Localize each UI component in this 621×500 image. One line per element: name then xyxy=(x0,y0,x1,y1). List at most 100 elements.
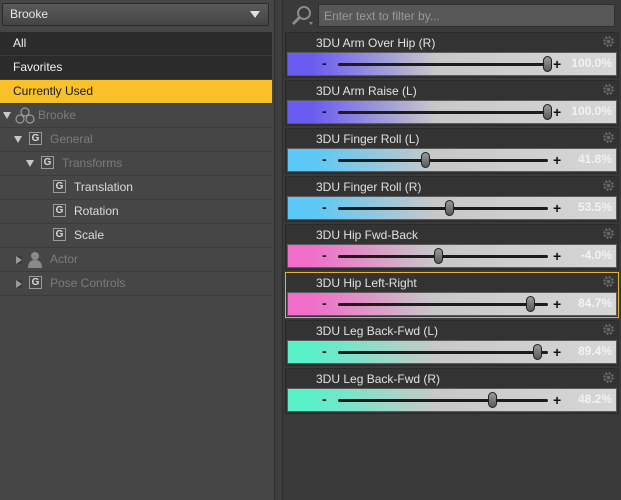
tree-item-scale[interactable]: G Scale xyxy=(0,224,272,248)
search-icon[interactable] xyxy=(289,5,315,27)
tree-item-label: All xyxy=(13,36,27,50)
tree-item-figure[interactable]: Brooke xyxy=(0,104,272,128)
gear-icon[interactable] xyxy=(602,83,615,96)
minus-icon[interactable]: - xyxy=(322,103,327,119)
group-icon: G xyxy=(53,204,66,217)
tree-item-label: Rotation xyxy=(74,204,119,218)
gear-icon[interactable] xyxy=(602,227,615,240)
slider-track[interactable] xyxy=(338,159,548,162)
slider-handle[interactable] xyxy=(433,248,443,264)
slider-track[interactable] xyxy=(338,399,548,402)
parameter-list: 3DU Arm Over Hip (R) - +100.0% 3DU Arm Rais… xyxy=(285,32,619,416)
parameter-value[interactable]: 100.0% xyxy=(571,56,612,70)
tree-item-translation[interactable]: G Translation xyxy=(0,176,272,200)
parameter-slider[interactable]: - +84.7% xyxy=(287,292,617,316)
expand-down-icon[interactable] xyxy=(3,112,11,119)
group-icon: G xyxy=(29,132,42,145)
tree-item-favorites[interactable]: Favorites xyxy=(0,56,272,80)
parameter-value[interactable]: 84.7% xyxy=(578,296,612,310)
slider-handle[interactable] xyxy=(526,296,536,312)
slider-track[interactable] xyxy=(338,207,548,210)
tree-item-transforms[interactable]: G Transforms xyxy=(0,152,272,176)
right-panel: 3DU Arm Over Hip (R)-+100.0%3DU Arm Rais… xyxy=(283,0,621,500)
parameter-slider[interactable]: - +89.4% xyxy=(287,340,617,364)
figure-select[interactable]: Brooke xyxy=(2,3,269,26)
parameter-row[interactable]: 3DU Arm Raise (L) - +100.0% xyxy=(285,80,619,126)
slider-track[interactable] xyxy=(338,63,548,66)
minus-icon[interactable]: - xyxy=(322,55,327,71)
slider-track[interactable] xyxy=(338,303,548,306)
tree-item-pose-controls[interactable]: G Pose Controls xyxy=(0,272,272,296)
parameter-slider[interactable]: - +100.0% xyxy=(287,52,617,76)
parameter-value[interactable]: -4.0% xyxy=(581,248,612,262)
parameter-value[interactable]: 53.5% xyxy=(578,200,612,214)
plus-icon[interactable]: + xyxy=(553,248,561,264)
tree-item-label: Translation xyxy=(74,180,133,194)
minus-icon[interactable]: - xyxy=(322,343,327,359)
parameter-value[interactable]: 89.4% xyxy=(578,344,612,358)
parameter-row[interactable]: 3DU Finger Roll (L) - +41.8% xyxy=(285,128,619,174)
slider-handle[interactable] xyxy=(420,152,430,168)
parameter-slider[interactable]: - +48.2% xyxy=(287,388,617,412)
plus-icon[interactable]: + xyxy=(553,104,561,120)
slider-track[interactable] xyxy=(338,255,548,258)
chevron-down-icon[interactable] xyxy=(250,11,260,18)
tree-item-label: Brooke xyxy=(38,108,77,122)
parameter-slider[interactable]: - + -4.0% xyxy=(287,244,617,268)
plus-icon[interactable]: + xyxy=(553,200,561,216)
slider-handle[interactable] xyxy=(445,200,455,216)
tree-item-rotation[interactable]: G Rotation xyxy=(0,200,272,224)
gear-icon[interactable] xyxy=(602,35,615,48)
parameter-row[interactable]: 3DU Leg Back-Fwd (L) - +89.4% xyxy=(285,320,619,366)
plus-icon[interactable]: + xyxy=(553,344,561,360)
expand-right-icon[interactable] xyxy=(16,280,22,288)
parameter-row[interactable]: 3DU Arm Over Hip (R) - +100.0% xyxy=(285,32,619,78)
slider-track[interactable] xyxy=(338,111,548,114)
tree-item-general[interactable]: G General xyxy=(0,128,272,152)
minus-icon[interactable]: - xyxy=(322,151,327,167)
parameter-row[interactable]: 3DU Leg Back-Fwd (R) - +48.2% xyxy=(285,368,619,414)
gear-icon[interactable] xyxy=(602,275,615,288)
gear-icon[interactable] xyxy=(602,371,615,384)
gear-icon[interactable] xyxy=(602,179,615,192)
tree-item-label: Pose Controls xyxy=(50,276,126,290)
property-tree: All Favorites Currently Used Brooke G Ge… xyxy=(0,32,272,296)
minus-icon[interactable]: - xyxy=(322,295,327,311)
expand-right-icon[interactable] xyxy=(16,256,22,264)
expand-down-icon[interactable] xyxy=(26,160,34,167)
tree-item-label: Favorites xyxy=(13,60,63,74)
parameter-value[interactable]: 100.0% xyxy=(571,104,612,118)
tree-item-label: Transforms xyxy=(62,156,123,170)
plus-icon[interactable]: + xyxy=(553,296,561,312)
parameter-row[interactable]: 3DU Hip Left-Right - +84.7% xyxy=(285,272,619,318)
parameter-row[interactable]: 3DU Hip Fwd-Back - + -4.0% xyxy=(285,224,619,270)
minus-icon[interactable]: - xyxy=(322,199,327,215)
expand-down-icon[interactable] xyxy=(14,136,22,143)
plus-icon[interactable]: + xyxy=(553,392,561,408)
parameter-slider[interactable]: - +53.5% xyxy=(287,196,617,220)
parameter-value[interactable]: 41.8% xyxy=(578,152,612,166)
gear-icon[interactable] xyxy=(602,131,615,144)
tree-item-label: Currently Used xyxy=(13,84,94,98)
slider-handle[interactable] xyxy=(543,104,552,120)
tree-item-actor[interactable]: Actor xyxy=(0,248,272,272)
filter-input[interactable] xyxy=(318,4,615,27)
tree-item-all[interactable]: All xyxy=(0,32,272,56)
slider-handle[interactable] xyxy=(543,56,552,72)
tree-item-currently-used[interactable]: Currently Used xyxy=(0,80,272,104)
parameter-slider[interactable]: - +41.8% xyxy=(287,148,617,172)
panel-splitter[interactable] xyxy=(274,0,283,500)
slider-handle[interactable] xyxy=(488,392,498,408)
slider-track[interactable] xyxy=(338,351,548,354)
slider-handle[interactable] xyxy=(532,344,542,360)
minus-icon[interactable]: - xyxy=(322,391,327,407)
group-icon: G xyxy=(53,228,66,241)
parameter-value[interactable]: 48.2% xyxy=(578,392,612,406)
parameter-row[interactable]: 3DU Finger Roll (R) - +53.5% xyxy=(285,176,619,222)
parameter-slider[interactable]: - +100.0% xyxy=(287,100,617,124)
gear-icon[interactable] xyxy=(602,323,615,336)
tree-item-label: Actor xyxy=(50,252,79,266)
minus-icon[interactable]: - xyxy=(322,247,327,263)
plus-icon[interactable]: + xyxy=(553,56,561,72)
plus-icon[interactable]: + xyxy=(553,152,561,168)
